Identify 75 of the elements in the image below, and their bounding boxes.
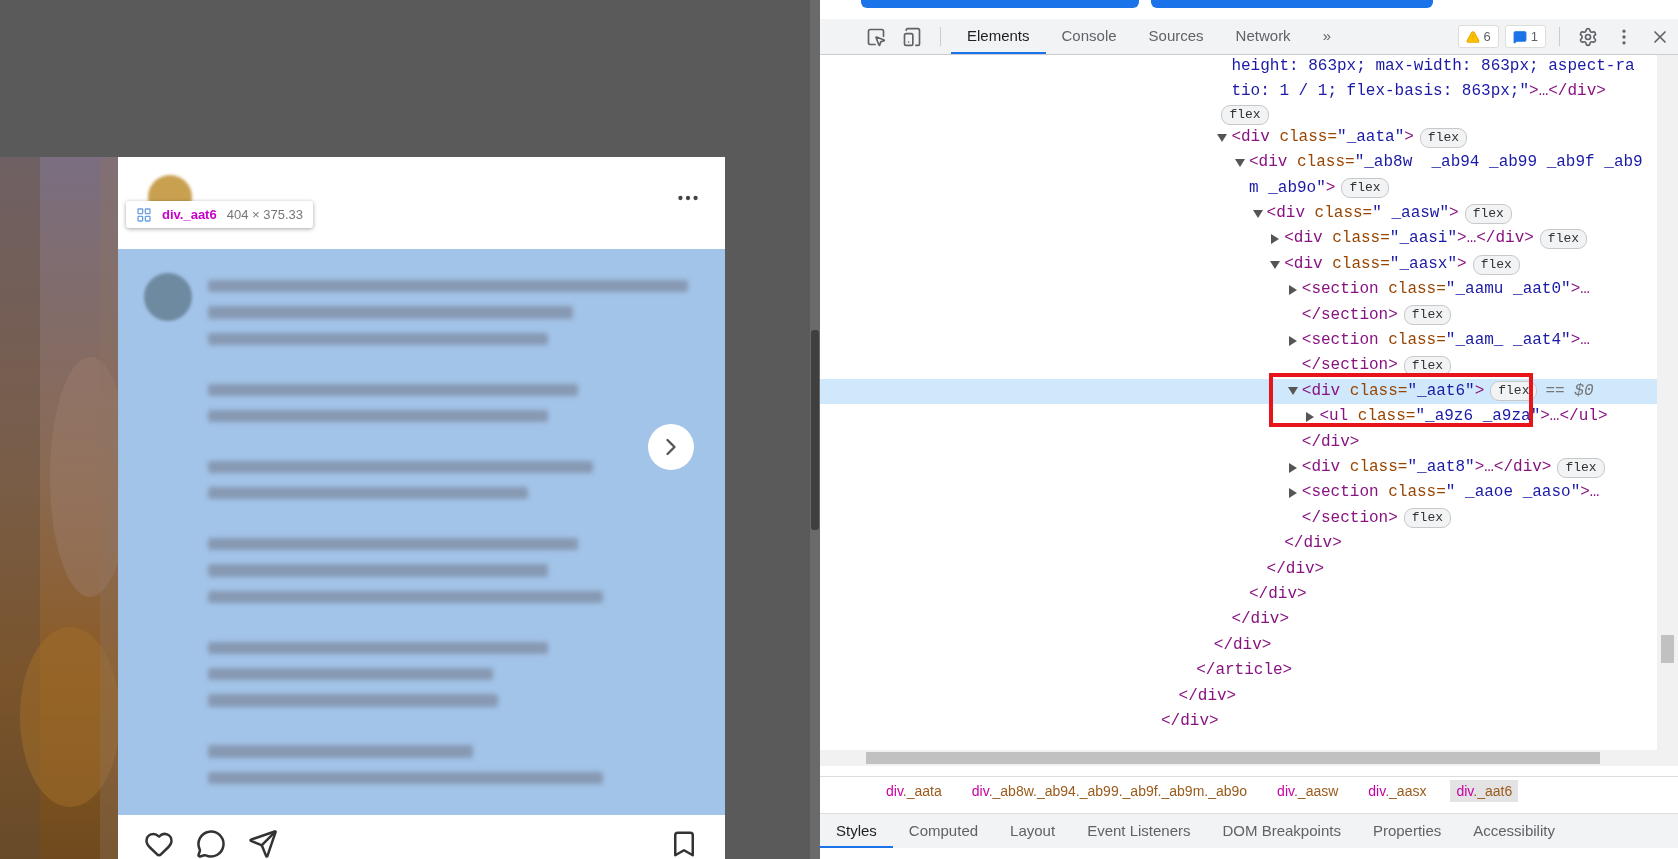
panel-tab[interactable]: Accessibility <box>1457 814 1571 848</box>
flex-badge[interactable]: flex <box>1403 508 1452 529</box>
breadcrumb-item[interactable]: div._ab8w._ab94._ab99._ab9f._ab9m._ab9o <box>965 780 1254 802</box>
warning-icon <box>1465 29 1480 44</box>
html-code-line: </div> <box>1213 634 1272 656</box>
tooltip-selector: div._aat6 <box>162 207 217 222</box>
flex-badge[interactable]: flex <box>1557 457 1605 478</box>
html-code-line: height: 863px; max-width: 863px; aspect-ra <box>1231 56 1635 77</box>
panel-tab[interactable]: Layout <box>994 814 1072 848</box>
html-code-line: <section class=" _aaoe _aaso">… <box>1301 482 1600 504</box>
breadcrumb-item[interactable]: div._aat6 <box>1450 780 1519 802</box>
html-code-line: <section class="_aam_ _aat4">… <box>1301 330 1590 351</box>
devtools-tab[interactable]: Sources <box>1132 19 1220 54</box>
expand-triangle-icon[interactable] <box>1288 284 1297 295</box>
breadcrumb-item[interactable]: div._aasx <box>1362 780 1433 802</box>
tooltip-size: 404 × 375.33 <box>226 207 303 222</box>
vertical-scrollbar[interactable] <box>1657 55 1678 750</box>
expand-triangle-icon[interactable] <box>1271 234 1280 245</box>
devtools-tab[interactable]: Console <box>1045 19 1133 54</box>
flex-badge[interactable]: flex <box>1403 305 1452 326</box>
html-code-line: </div> <box>1178 685 1237 707</box>
html-code-line: <div class="_aasi">…</div> <box>1284 228 1534 250</box>
page-scrollbar[interactable] <box>810 0 820 859</box>
flex-badge[interactable]: flex <box>1490 381 1538 402</box>
html-code-line: <div class="_aat8">…</div> <box>1301 456 1552 478</box>
expand-triangle-icon[interactable] <box>1306 411 1315 422</box>
flex-badge[interactable]: flex <box>1419 127 1468 148</box>
send-icon[interactable] <box>248 829 278 859</box>
flex-badge[interactable]: flex <box>1539 229 1588 250</box>
html-code-line: <div class="_ab8w _ab94 _ab99 _ab9f _ab9 <box>1249 152 1643 174</box>
panel-tab[interactable]: Event Listeners <box>1071 814 1207 848</box>
expand-triangle-icon[interactable] <box>1252 209 1263 218</box>
expand-triangle-icon[interactable] <box>1235 158 1245 167</box>
devtools-tab[interactable]: Elements <box>951 19 1046 54</box>
console-reference: == $0 <box>1545 382 1594 401</box>
html-code-line: </div> <box>1284 533 1342 555</box>
html-code-line: <div class="_aasx"> <box>1284 253 1467 275</box>
html-code-line: </section> <box>1301 507 1398 529</box>
flex-badge[interactable]: flex <box>1221 104 1269 125</box>
html-code-line: </div> <box>1249 583 1307 605</box>
expand-triangle-icon[interactable] <box>1288 335 1297 346</box>
html-code-line: </section> <box>1301 304 1398 326</box>
flex-badge[interactable]: flex <box>1472 254 1520 275</box>
html-code-line: <div class="_aata"> <box>1231 126 1414 148</box>
html-code-line: </div> <box>1266 558 1325 580</box>
expand-triangle-icon[interactable] <box>1288 462 1297 473</box>
expand-triangle-icon[interactable] <box>1287 387 1298 396</box>
html-code-line: </div> <box>1301 431 1360 453</box>
devtools-tab[interactable]: Network <box>1219 19 1307 54</box>
horizontal-scrollbar[interactable] <box>820 750 1678 766</box>
breadcrumb-item[interactable]: div._aasw <box>1271 780 1345 802</box>
panel-tab[interactable]: Computed <box>892 814 995 848</box>
comment-icon[interactable] <box>196 829 226 859</box>
html-code-line: </div> <box>1231 609 1289 631</box>
expand-triangle-icon[interactable] <box>1217 133 1228 142</box>
html-code-line: </section> <box>1301 355 1398 377</box>
expand-triangle-icon[interactable] <box>1288 488 1297 499</box>
breadcrumb-item[interactable]: div._aata <box>880 780 948 802</box>
panel-tab[interactable]: DOM Breakpoints <box>1206 814 1357 848</box>
html-code-line: <div class="_aat6"> <box>1301 380 1485 402</box>
grid-icon <box>136 206 152 223</box>
issue-counter[interactable]: 1 <box>1504 25 1546 48</box>
issue-counter[interactable]: 6 <box>1457 25 1499 48</box>
html-code-line: <section class="_aamu _aat0">… <box>1301 279 1590 301</box>
expand-triangle-icon[interactable] <box>1270 260 1281 269</box>
panel-tab[interactable]: Properties <box>1356 814 1458 848</box>
flex-badge[interactable]: flex <box>1464 203 1512 224</box>
html-code-line: m _ab9o"> <box>1249 177 1336 199</box>
html-code-line: tio: 1 / 1; flex-basis: 863px;">…</div> <box>1231 81 1606 103</box>
html-code-line: </div> <box>1161 710 1219 732</box>
html-code-line: </article> <box>1196 660 1293 682</box>
flex-badge[interactable]: flex <box>1341 178 1389 199</box>
more-tabs-button[interactable]: » <box>1306 19 1347 54</box>
message-icon <box>1512 29 1527 44</box>
html-code-line: <div class=" _aasw"> <box>1266 203 1459 224</box>
